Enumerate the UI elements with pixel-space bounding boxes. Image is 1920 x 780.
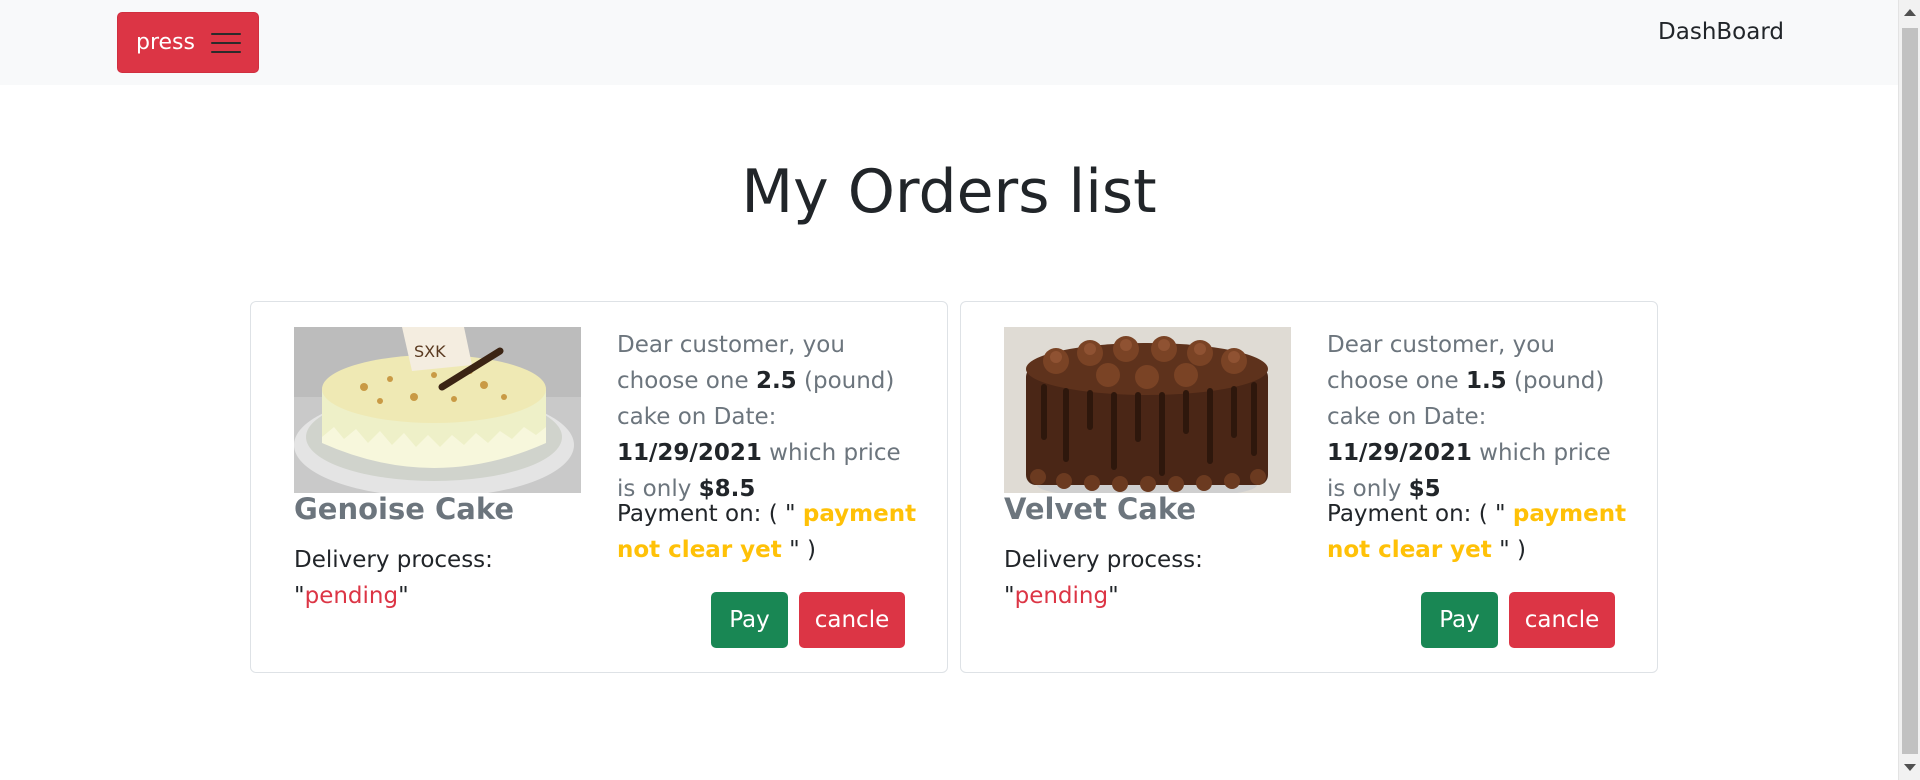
page-title: My Orders list [741,157,1157,227]
order-card: SXK Genoise Cake Delivery process: "pendi… [250,301,948,673]
cancel-button[interactable]: cancle [799,592,905,648]
delivery-label: Delivery process: [1004,547,1203,573]
cancel-button[interactable]: cancle [1509,592,1615,648]
order-card: Velvet Cake Delivery process: "pending" D… [960,301,1658,673]
scroll-up-arrow-icon[interactable] [1904,9,1916,16]
navbar: press DashBoard [0,0,1898,85]
cake-image-velvet [1004,327,1291,493]
order-info: Dear customer, you choose one 2.5 (pound… [617,327,917,507]
order-date: 11/29/2021 [1327,440,1472,466]
payment-label: Payment on: ( " [617,501,796,527]
pay-button[interactable]: Pay [711,592,788,648]
payment-label: Payment on: ( " [1327,501,1506,527]
payment-suffix: " ) [1499,537,1526,563]
cake-image-genoise: SXK [294,327,581,493]
pay-button[interactable]: Pay [1421,592,1498,648]
order-weight: 1.5 [1465,368,1507,394]
vertical-scrollbar[interactable] [1898,0,1920,780]
svg-text:SXK: SXK [414,342,446,361]
payment-suffix: " ) [789,537,816,563]
cake-name: Genoise Cake [294,492,515,526]
delivery-label: Delivery process: [294,547,493,573]
scroll-thumb[interactable] [1902,28,1918,754]
payment-status: Payment on: ( " payment not clear yet " … [1327,496,1627,568]
date-label: cake on Date: [617,404,777,430]
delivery-process: Delivery process: "pending" [294,547,493,609]
weight-unit: (pound) [804,368,895,394]
delivery-status: pending [1014,583,1109,609]
cake-name: Velvet Cake [1004,492,1197,526]
delivery-status: pending [304,583,399,609]
payment-status: Payment on: ( " payment not clear yet " … [617,496,917,568]
hamburger-menu-icon [211,31,241,55]
date-label: cake on Date: [1327,404,1487,430]
scroll-down-arrow-icon[interactable] [1904,764,1916,771]
menu-toggle-button[interactable]: press [117,12,259,73]
order-date: 11/29/2021 [617,440,762,466]
weight-unit: (pound) [1514,368,1605,394]
delivery-process: Delivery process: "pending" [1004,547,1203,609]
order-weight: 2.5 [755,368,797,394]
dashboard-link[interactable]: DashBoard [1658,19,1784,45]
order-info: Dear customer, you choose one 1.5 (pound… [1327,327,1627,507]
menu-toggle-label: press [136,30,195,55]
